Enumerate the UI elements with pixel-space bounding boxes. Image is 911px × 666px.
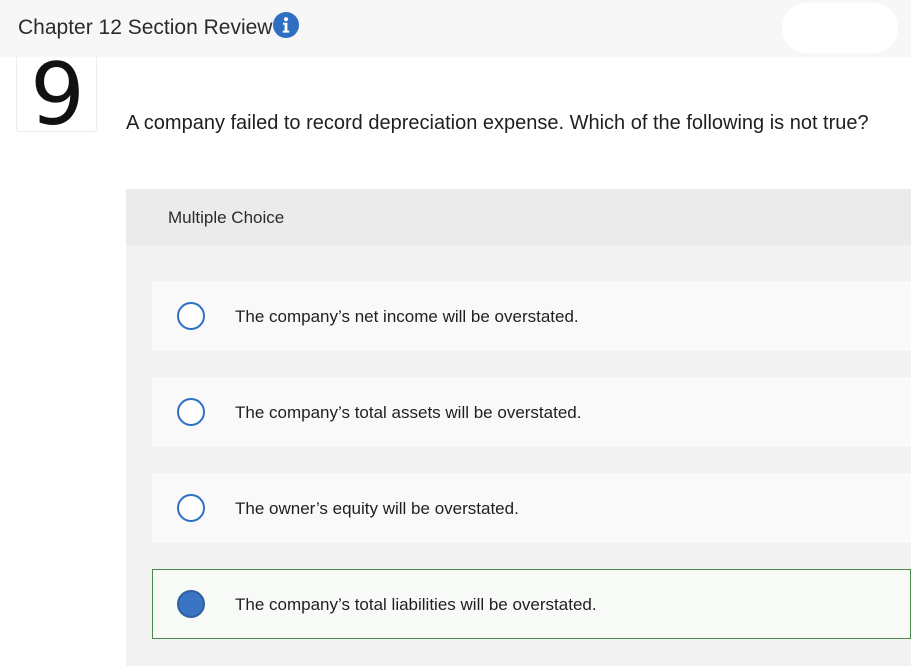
info-icon[interactable] bbox=[273, 12, 299, 38]
answer-option[interactable]: The company’s net income will be oversta… bbox=[152, 281, 911, 351]
answer-option-label: The company’s total assets will be overs… bbox=[235, 403, 582, 422]
question-text: A company failed to record depreciation … bbox=[126, 112, 869, 134]
question-number: 9 bbox=[30, 45, 85, 145]
radio-button-selected[interactable] bbox=[177, 590, 205, 618]
radio-button[interactable] bbox=[177, 398, 205, 426]
radio-button[interactable] bbox=[177, 302, 205, 330]
answer-option-label: The company’s total liabilities will be … bbox=[235, 595, 597, 614]
page-title: Chapter 12 Section Review bbox=[18, 16, 273, 39]
multiple-choice-header: Multiple Choice bbox=[126, 189, 911, 245]
answer-option[interactable]: The company’s total assets will be overs… bbox=[152, 377, 911, 447]
radio-button[interactable] bbox=[177, 494, 205, 522]
answer-option-label: The company’s net income will be oversta… bbox=[235, 307, 579, 326]
header-placeholder bbox=[782, 3, 898, 53]
multiple-choice-label: Multiple Choice bbox=[168, 208, 285, 227]
answer-option-selected[interactable]: The company’s total liabilities will be … bbox=[152, 569, 911, 639]
top-header: Chapter 12 Section Review bbox=[0, 0, 911, 57]
answer-option[interactable]: The owner’s equity will be overstated. bbox=[152, 473, 911, 543]
question-number-box: 9 bbox=[16, 45, 97, 145]
answer-option-label: The owner’s equity will be overstated. bbox=[235, 499, 519, 518]
multiple-choice-panel: Multiple Choice The company’s net income… bbox=[126, 189, 911, 666]
